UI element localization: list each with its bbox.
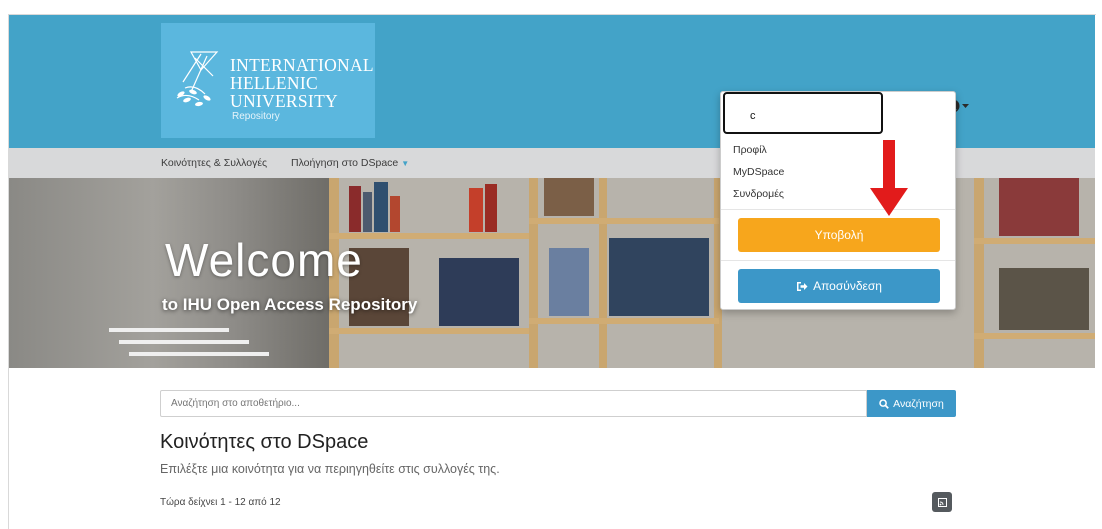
hero-title: Welcome (165, 234, 363, 286)
book (349, 186, 361, 232)
shelf-post (974, 178, 984, 368)
logo-text: INTERNATIONAL HELLENIC UNIVERSITY (230, 56, 374, 110)
logo-line-1: INTERNATIONAL (230, 55, 374, 75)
submit-button[interactable]: Υποβολή (738, 218, 940, 252)
book (485, 184, 497, 232)
stair-step (119, 340, 249, 344)
logo-line-3: UNIVERSITY (230, 91, 338, 111)
book-stack (999, 178, 1079, 236)
shelf-board (974, 238, 1095, 244)
rss-button[interactable] (932, 492, 952, 512)
nav-browse-link[interactable]: Πλοήγηση στο DSpace ▼ (291, 157, 409, 169)
shelf-post (529, 178, 538, 368)
menu-item-subscriptions[interactable]: Συνδρομές (733, 188, 784, 200)
shelf-post (599, 178, 607, 368)
book-stack (999, 268, 1089, 330)
repository-search (160, 390, 867, 417)
stair-step (129, 352, 269, 356)
logo-line-2: HELLENIC (230, 73, 318, 93)
search-input[interactable] (161, 391, 866, 416)
menu-item-profile[interactable]: Προφίλ (733, 144, 767, 156)
sign-out-icon (797, 281, 808, 291)
rss-icon (937, 497, 947, 507)
site-logo[interactable]: INTERNATIONAL HELLENIC UNIVERSITY Reposi… (161, 23, 375, 138)
nav-communities-link[interactable]: Κοινότητες & Συλλογές (161, 157, 267, 169)
results-count: Τώρα δείχνει 1 - 12 από 12 (160, 497, 281, 508)
page-description: Επιλέξτε μια κοινότητα για να περιηγηθεί… (160, 462, 500, 476)
search-button[interactable]: Αναζήτηση (867, 390, 956, 417)
book (374, 182, 388, 232)
shelf-board (329, 328, 529, 334)
menu-divider (721, 260, 955, 261)
logout-label: Αποσύνδεση (813, 279, 882, 293)
page-title: Κοινότητες στο DSpace (160, 431, 369, 453)
hero-subtitle: to IHU Open Access Repository (162, 295, 418, 314)
caret-down-icon: ▼ (401, 159, 410, 168)
red-arrow-annotation-icon (870, 140, 908, 216)
olive-branch-logo-icon (176, 51, 219, 107)
book-stack (439, 258, 519, 326)
menu-item-mydspace[interactable]: MyDSpace (733, 166, 784, 178)
book (469, 188, 483, 232)
book (363, 192, 372, 232)
user-dropdown-menu: c Προφίλ MyDSpace Συνδρομές Υποβολή Αποσ… (720, 91, 956, 310)
book-stack (609, 238, 709, 316)
menu-divider (721, 209, 955, 210)
username-text: c (750, 110, 756, 122)
book-stack (549, 248, 589, 316)
search-icon (879, 398, 889, 409)
shelf-board (974, 333, 1095, 339)
shelf-board (529, 218, 719, 224)
book-stack (544, 178, 594, 216)
book (390, 196, 400, 232)
caret-down-icon[interactable] (962, 103, 969, 109)
logo-subtitle: Repository (232, 111, 280, 122)
search-button-label: Αναζήτηση (893, 397, 944, 410)
username-display: c (723, 92, 883, 134)
nav-browse-label: Πλοήγηση στο DSpace (291, 157, 399, 169)
stair-step (109, 328, 229, 332)
shelf-board (529, 318, 719, 324)
logout-button[interactable]: Αποσύνδεση (738, 269, 940, 303)
